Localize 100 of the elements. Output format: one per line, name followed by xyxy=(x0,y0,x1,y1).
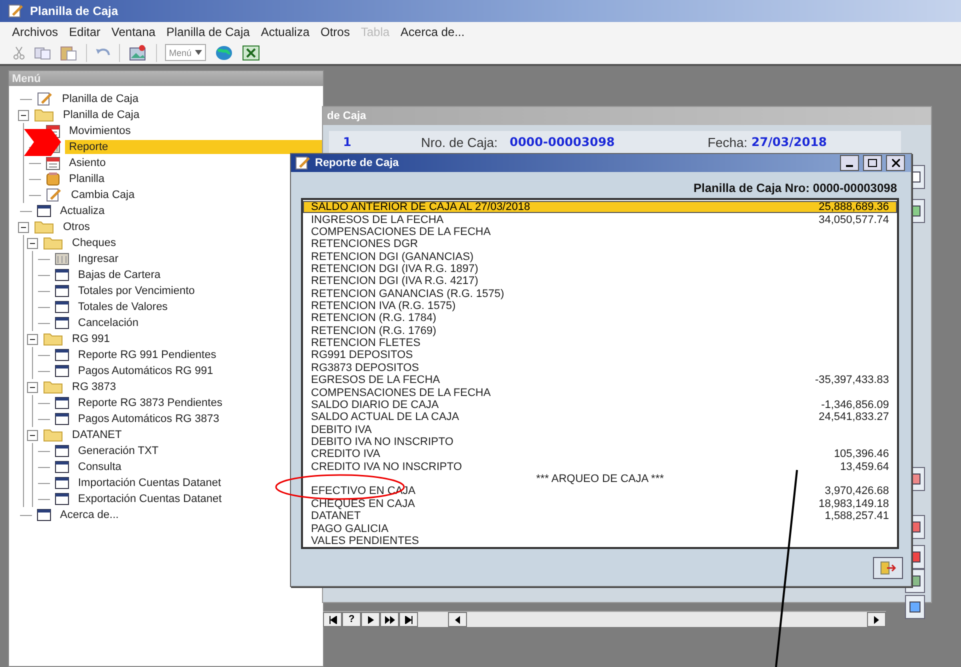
forward-button[interactable] xyxy=(380,612,399,627)
left-arrow-icon xyxy=(455,616,460,624)
fast-forward-icon xyxy=(384,616,394,624)
tree-item[interactable]: RG 991 xyxy=(68,332,114,346)
tree-item[interactable]: Movimientos xyxy=(65,124,135,138)
help-button[interactable]: ? xyxy=(342,612,361,627)
tree-item[interactable]: Generación TXT xyxy=(74,444,163,458)
close-button[interactable] xyxy=(886,155,905,171)
tree-item[interactable]: Cancelación xyxy=(74,316,143,330)
document-icon xyxy=(8,4,24,18)
folder-icon xyxy=(43,236,63,250)
tree-item[interactable]: Asiento xyxy=(65,156,110,170)
tree-item[interactable]: Otros xyxy=(59,220,94,234)
panel-title: Menú xyxy=(9,71,323,86)
square-icon xyxy=(909,601,921,613)
collapse-toggle[interactable] xyxy=(27,430,38,440)
skip-back-icon xyxy=(328,616,336,624)
tree-item[interactable]: Totales por Vencimiento xyxy=(74,284,199,298)
report-row[interactable]: SALDO ANTERIOR DE CAJA AL 27/03/2018 25,888,689.36 xyxy=(303,201,897,214)
tree-item[interactable]: Importación Cuentas Datanet xyxy=(74,476,226,490)
field-value: 0000-00003098 xyxy=(510,135,616,149)
tree-item[interactable]: Planilla de Caja xyxy=(58,92,142,106)
window-icon xyxy=(55,269,69,281)
tree-item[interactable]: Ingresar xyxy=(74,252,122,266)
row-label: RETENCION FLETES xyxy=(311,337,420,350)
scissors-icon[interactable] xyxy=(12,46,26,60)
next-button[interactable] xyxy=(361,612,380,627)
field-value: 27/03/2018 xyxy=(751,135,827,149)
tree-item[interactable]: Reporte xyxy=(65,140,323,154)
spreadsheet-icon[interactable] xyxy=(242,44,260,60)
paste-icon[interactable] xyxy=(60,44,78,60)
tree-item[interactable]: Planilla xyxy=(65,172,108,186)
row-label: RETENCION (R.G. 1769) xyxy=(311,324,436,337)
tree-item[interactable]: Pagos Automáticos RG 3873 xyxy=(74,412,224,426)
dialog-title: Reporte de Caja xyxy=(315,157,400,169)
row-amount: 3,970,426.68 xyxy=(824,485,889,498)
row-label: RETENCION DGI (IVA R.G. 1897) xyxy=(311,262,478,275)
menu-item[interactable]: Planilla de Caja xyxy=(166,24,250,38)
collapse-toggle[interactable] xyxy=(18,110,29,120)
menu-item[interactable]: Editar xyxy=(69,24,100,38)
collapse-toggle[interactable] xyxy=(27,382,38,392)
scroll-right-button[interactable] xyxy=(867,612,886,627)
menu-item[interactable]: Otros xyxy=(320,24,350,38)
picture-icon[interactable] xyxy=(128,44,148,62)
copy-icon[interactable] xyxy=(34,46,52,60)
menu-dropdown[interactable]: Menú xyxy=(165,44,206,61)
tree-item[interactable]: Exportación Cuentas Datanet xyxy=(74,492,226,506)
minimize-button[interactable] xyxy=(840,155,859,171)
window-icon xyxy=(55,413,69,425)
window-icon xyxy=(37,205,51,217)
tree-item[interactable]: Planilla de Caja xyxy=(59,108,144,122)
tree-item[interactable]: Pagos Automáticos RG 991 xyxy=(74,364,218,378)
globe-icon[interactable] xyxy=(214,44,234,62)
section-heading: *** ARQUEO DE CAJA *** xyxy=(535,472,665,486)
window-icon xyxy=(55,397,69,409)
menu-item[interactable]: Archivos xyxy=(12,24,58,38)
tree-item[interactable]: Bajas de Cartera xyxy=(74,268,165,282)
window-icon xyxy=(55,365,69,377)
row-label: RETENCION DGI (GANANCIAS) xyxy=(311,250,474,263)
first-record-button[interactable] xyxy=(323,612,342,627)
side-button[interactable] xyxy=(905,595,925,619)
maximize-button[interactable] xyxy=(863,155,882,171)
tree-item[interactable]: Reporte RG 991 Pendientes xyxy=(74,348,220,362)
tree-item[interactable]: Cambia Caja xyxy=(67,188,139,202)
right-arrow-icon xyxy=(874,616,879,624)
row-label: SALDO ANTERIOR DE CAJA AL 27/03/2018 xyxy=(311,201,530,214)
scroll-left-button[interactable] xyxy=(448,612,467,627)
tree-item[interactable]: Acerca de... xyxy=(56,508,123,522)
row-label: COMPENSACIONES DE LA FECHA xyxy=(311,386,491,399)
menu-item[interactable]: Acerca de... xyxy=(400,24,465,38)
tree-item[interactable]: Reporte RG 3873 Pendientes xyxy=(74,396,226,410)
record-number: 1 xyxy=(343,135,352,149)
last-record-button[interactable] xyxy=(399,612,418,627)
tree-item[interactable]: Consulta xyxy=(74,460,126,474)
exit-button[interactable] xyxy=(873,557,903,579)
folder-icon xyxy=(34,220,54,234)
tree-item[interactable]: Cheques xyxy=(68,236,120,250)
row-amount: 1,588,257.41 xyxy=(824,510,889,522)
pointer-arrow xyxy=(24,129,61,156)
collapse-toggle[interactable] xyxy=(27,334,38,344)
menu-item[interactable]: Actualiza xyxy=(260,24,310,38)
menu-item[interactable]: Ventana xyxy=(111,24,156,38)
tree-item[interactable]: DATANET xyxy=(68,428,126,442)
collapse-toggle[interactable] xyxy=(27,238,38,248)
row-label: COMPENSACIONES DE LA FECHA xyxy=(311,226,491,238)
row-amount: 25,888,689.36 xyxy=(818,201,889,214)
row-label: INGRESOS DE LA FECHA xyxy=(311,214,444,226)
folder-icon xyxy=(34,108,54,122)
row-label: VALES PENDIENTES xyxy=(311,534,419,547)
collapse-toggle[interactable] xyxy=(18,222,29,232)
row-label: DEBITO IVA NO INSCRIPTO xyxy=(311,436,454,448)
tree-item[interactable]: RG 3873 xyxy=(68,380,120,394)
row-label: DATANET xyxy=(311,510,361,522)
jar-icon xyxy=(46,172,60,186)
tree-item[interactable]: Actualiza xyxy=(56,204,109,218)
row-label: RG991 DEPOSITOS xyxy=(311,349,413,362)
row-amount: 18,983,149.18 xyxy=(818,498,889,510)
tree-item[interactable]: Totales de Valores xyxy=(74,300,172,314)
field-label: Nro. de Caja: xyxy=(421,134,498,150)
folder-icon xyxy=(43,428,63,442)
